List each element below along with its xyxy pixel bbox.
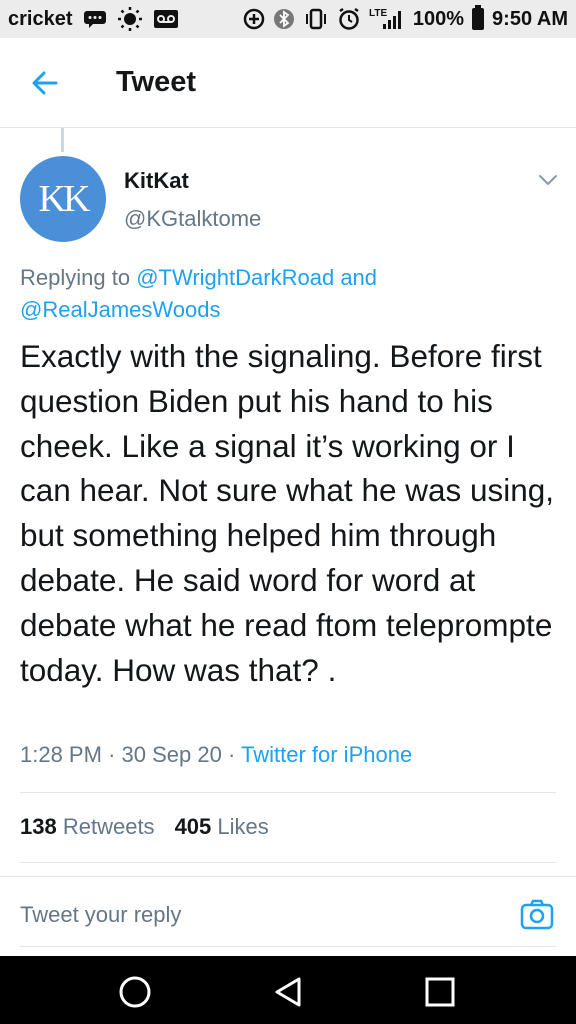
chat-icon <box>83 10 107 28</box>
triangle-back-icon <box>275 977 301 1007</box>
mention-link[interactable]: @RealJamesWoods <box>20 297 220 322</box>
bluetooth-icon <box>273 8 295 30</box>
tweet-time: 1:28 PM <box>20 742 102 767</box>
voicemail-icon <box>153 9 179 29</box>
retweets-count: 138 <box>20 814 57 839</box>
brightness-icon <box>117 6 143 32</box>
arrow-left-icon <box>32 71 58 94</box>
app-header: Tweet <box>0 38 576 128</box>
system-nav-bar <box>0 956 576 1024</box>
reply-bar-border <box>0 876 576 877</box>
battery-icon <box>472 5 485 30</box>
meta-separator: · <box>108 742 116 767</box>
battery-percent: 100% <box>412 7 465 30</box>
tweet-text: Exactly with the signaling. Before first… <box>20 338 555 688</box>
likes-label: Likes <box>217 814 269 839</box>
replying-conjunction: and <box>340 265 378 290</box>
carrier-label: cricket <box>8 7 73 30</box>
page-title: Tweet <box>116 66 197 98</box>
divider <box>20 862 556 863</box>
author-handle[interactable]: @KGtalktome <box>124 206 261 232</box>
replying-to: Replying to @TWrightDarkRoad and @RealJa… <box>20 262 560 326</box>
retweets-stat[interactable]: 138 Retweets <box>20 814 155 840</box>
thread-connector-line <box>61 128 64 152</box>
tweet-date: 30 Sep 20 <box>121 742 222 767</box>
retweets-label: Retweets <box>62 814 155 839</box>
notification-icons <box>83 6 179 32</box>
reply-input-underline <box>20 946 556 947</box>
back-button[interactable] <box>0 38 90 128</box>
divider <box>20 792 556 793</box>
author-name[interactable]: KitKat <box>124 168 189 194</box>
tweet-source-link[interactable]: Twitter for iPhone <box>241 742 412 767</box>
data-saver-icon <box>243 8 265 30</box>
vibrate-icon <box>303 8 329 30</box>
replying-prefix: Replying to <box>20 265 131 290</box>
reply-input[interactable]: Tweet your reply <box>20 902 181 928</box>
likes-count: 405 <box>174 814 212 839</box>
system-icons: LTE 100% 9:50 AM <box>243 5 568 31</box>
chevron-down-icon <box>539 175 557 186</box>
nav-recents-button[interactable] <box>420 972 460 1012</box>
tweet-stats: 138 Retweets 405 Likes <box>20 814 269 840</box>
camera-icon <box>520 899 554 930</box>
tweet-meta: 1:28 PM · 30 Sep 20 · Twitter for iPhone <box>20 742 412 768</box>
likes-stat[interactable]: 405 Likes <box>175 814 269 840</box>
home-circle-icon <box>119 976 151 1008</box>
meta-separator: · <box>227 742 236 767</box>
lte-signal-icon: LTE <box>369 7 405 31</box>
mention-link[interactable]: @TWrightDarkRoad <box>136 265 334 290</box>
camera-button[interactable] <box>520 898 554 932</box>
square-recents-icon <box>425 977 455 1007</box>
tweet-options-button[interactable] <box>536 168 560 192</box>
clock: 9:50 AM <box>492 7 568 30</box>
svg-text:LTE: LTE <box>369 8 387 19</box>
alarm-icon <box>337 7 361 31</box>
nav-back-button[interactable] <box>268 972 308 1012</box>
nav-home-button[interactable] <box>115 972 155 1012</box>
status-bar: cricket LTE 100% 9:50 AM <box>0 0 576 38</box>
avatar[interactable]: KK <box>20 156 106 242</box>
